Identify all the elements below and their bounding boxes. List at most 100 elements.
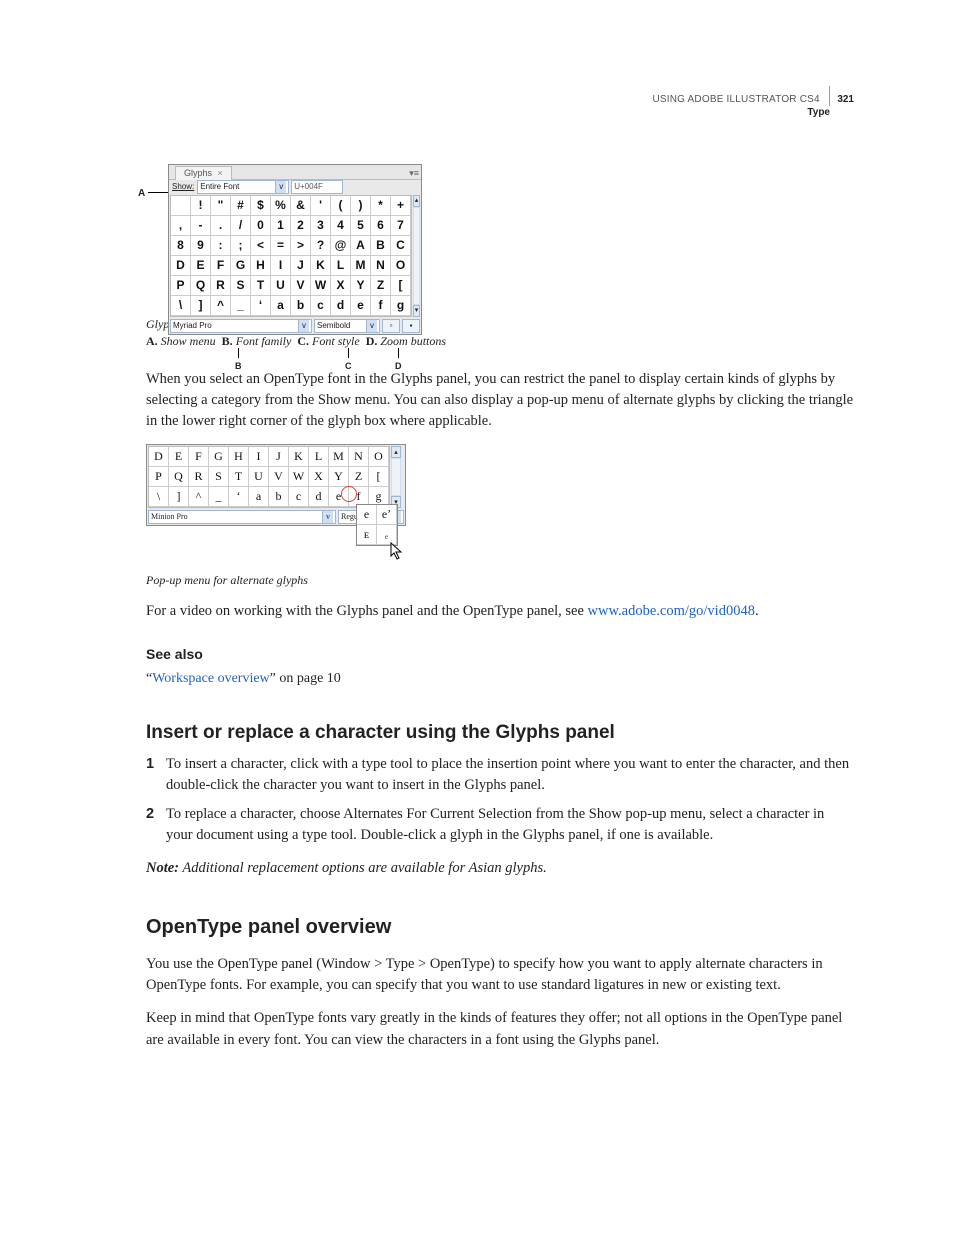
glyph-cell[interactable]: S bbox=[231, 276, 251, 296]
glyph-cell[interactable]: _ bbox=[231, 296, 251, 316]
glyph-cell[interactable]: _ bbox=[209, 487, 229, 507]
glyph-cell[interactable]: I bbox=[271, 256, 291, 276]
glyph-cell[interactable]: $ bbox=[251, 196, 271, 216]
glyph-cell[interactable]: ' bbox=[311, 196, 331, 216]
glyph-cell[interactable]: C bbox=[391, 236, 411, 256]
glyph-cell[interactable]: H bbox=[251, 256, 271, 276]
glyph-cell[interactable]: 2 bbox=[291, 216, 311, 236]
glyph-cell[interactable]: b bbox=[269, 487, 289, 507]
glyph-cell[interactable]: " bbox=[211, 196, 231, 216]
glyph-cell[interactable]: a bbox=[271, 296, 291, 316]
glyph-cell[interactable]: X bbox=[309, 467, 329, 487]
glyph-cell[interactable]: V bbox=[291, 276, 311, 296]
glyph-cell[interactable]: \ bbox=[149, 487, 169, 507]
glyph-cell[interactable]: c bbox=[289, 487, 309, 507]
glyph-cell[interactable]: Y bbox=[351, 276, 371, 296]
alternate-glyph-cell[interactable]: eʼ bbox=[377, 505, 397, 525]
glyph-cell[interactable]: * bbox=[371, 196, 391, 216]
glyph-cell[interactable]: . bbox=[211, 216, 231, 236]
panel-tab-glyphs[interactable]: Glyphs × bbox=[175, 166, 232, 180]
glyph-cell[interactable]: Q bbox=[191, 276, 211, 296]
glyph-cell[interactable] bbox=[171, 196, 191, 216]
glyph-cell[interactable]: Z bbox=[349, 467, 369, 487]
glyph-cell[interactable]: 1 bbox=[271, 216, 291, 236]
scroll-down-icon[interactable]: ▾ bbox=[413, 305, 420, 317]
glyph-cell[interactable]: + bbox=[391, 196, 411, 216]
glyph-cell[interactable]: \ bbox=[171, 296, 191, 316]
glyph-cell[interactable]: N bbox=[371, 256, 391, 276]
glyph-cell[interactable]: # bbox=[231, 196, 251, 216]
glyph-cell[interactable]: d bbox=[331, 296, 351, 316]
zoom-out-button[interactable]: ▫ bbox=[382, 319, 400, 333]
glyph-cell[interactable]: 5 bbox=[351, 216, 371, 236]
glyph-cell[interactable]: b bbox=[291, 296, 311, 316]
glyph-cell[interactable]: D bbox=[171, 256, 191, 276]
glyph-cell[interactable]: > bbox=[291, 236, 311, 256]
scroll-up-icon[interactable]: ▴ bbox=[413, 195, 420, 207]
alternate-glyph-cell[interactable]: e bbox=[357, 505, 377, 525]
glyph-cell[interactable]: & bbox=[291, 196, 311, 216]
glyph-cell[interactable]: W bbox=[311, 276, 331, 296]
glyph-cell[interactable]: K bbox=[289, 447, 309, 467]
glyph-cell[interactable]: / bbox=[231, 216, 251, 236]
glyph-cell[interactable]: M bbox=[351, 256, 371, 276]
glyph-cell[interactable]: G bbox=[209, 447, 229, 467]
glyph-grid[interactable]: !"#$%&'()*+,-./0123456789:;<=>?@ABCDEFGH… bbox=[170, 195, 412, 317]
glyph-cell[interactable]: 9 bbox=[191, 236, 211, 256]
glyph-cell[interactable]: N bbox=[349, 447, 369, 467]
glyph-cell[interactable]: 6 bbox=[371, 216, 391, 236]
glyph-cell[interactable]: a bbox=[249, 487, 269, 507]
glyph-cell[interactable]: T bbox=[229, 467, 249, 487]
scrollbar[interactable]: ▴ ▾ bbox=[391, 446, 401, 508]
glyph-cell[interactable]: S bbox=[209, 467, 229, 487]
glyph-cell[interactable]: B bbox=[371, 236, 391, 256]
glyph-cell[interactable]: 7 bbox=[391, 216, 411, 236]
glyph-cell[interactable]: , bbox=[171, 216, 191, 236]
glyph-cell[interactable]: ! bbox=[191, 196, 211, 216]
glyph-cell[interactable]: 4 bbox=[331, 216, 351, 236]
glyph-cell[interactable]: X bbox=[331, 276, 351, 296]
glyph-cell[interactable]: c bbox=[311, 296, 331, 316]
glyph-cell[interactable]: @ bbox=[331, 236, 351, 256]
show-menu-dropdown[interactable]: Entire Font v bbox=[197, 180, 289, 194]
glyph-cell[interactable]: D bbox=[149, 447, 169, 467]
glyph-cell[interactable]: O bbox=[369, 447, 389, 467]
glyph-cell[interactable]: ‘ bbox=[251, 296, 271, 316]
glyph-cell[interactable]: O bbox=[391, 256, 411, 276]
glyph-cell[interactable]: [ bbox=[369, 467, 389, 487]
glyph-cell[interactable]: ( bbox=[331, 196, 351, 216]
glyph-cell[interactable]: L bbox=[309, 447, 329, 467]
glyph-cell[interactable]: 0 bbox=[251, 216, 271, 236]
glyph-cell[interactable]: ^ bbox=[189, 487, 209, 507]
glyph-cell[interactable]: Q bbox=[169, 467, 189, 487]
glyph-cell[interactable]: U bbox=[271, 276, 291, 296]
glyph-cell[interactable]: P bbox=[149, 467, 169, 487]
glyph-cell[interactable]: P bbox=[171, 276, 191, 296]
glyph-cell[interactable]: G bbox=[231, 256, 251, 276]
alternate-glyph-popup[interactable]: eeʼᴇₑ bbox=[356, 504, 398, 546]
glyph-cell[interactable]: g bbox=[391, 296, 411, 316]
font-style-dropdown[interactable]: Semiboldv bbox=[314, 319, 380, 333]
glyph-cell[interactable]: J bbox=[269, 447, 289, 467]
glyph-cell[interactable]: A bbox=[351, 236, 371, 256]
glyph-cell[interactable]: W bbox=[289, 467, 309, 487]
glyph-cell[interactable]: J bbox=[291, 256, 311, 276]
glyph-cell[interactable]: = bbox=[271, 236, 291, 256]
glyph-cell[interactable]: R bbox=[189, 467, 209, 487]
glyph-cell[interactable]: ? bbox=[311, 236, 331, 256]
glyph-cell[interactable]: ) bbox=[351, 196, 371, 216]
glyph-cell[interactable]: Z bbox=[371, 276, 391, 296]
alternate-glyph-cell[interactable]: ᴇ bbox=[357, 525, 377, 545]
glyph-cell[interactable]: T bbox=[251, 276, 271, 296]
workspace-overview-link[interactable]: Workspace overview bbox=[152, 671, 269, 686]
panel-menu-icon[interactable]: ▾≡ bbox=[409, 167, 419, 180]
glyph-cell[interactable]: ^ bbox=[211, 296, 231, 316]
glyph-cell[interactable]: ‘ bbox=[229, 487, 249, 507]
glyph-cell[interactable]: I bbox=[249, 447, 269, 467]
video-link[interactable]: www.adobe.com/go/vid0048 bbox=[588, 603, 755, 619]
glyph-cell[interactable]: F bbox=[189, 447, 209, 467]
glyph-cell[interactable]: ; bbox=[231, 236, 251, 256]
glyph-cell[interactable]: < bbox=[251, 236, 271, 256]
glyph-cell[interactable]: 8 bbox=[171, 236, 191, 256]
font-family-dropdown[interactable]: Minion Prov bbox=[148, 510, 336, 524]
